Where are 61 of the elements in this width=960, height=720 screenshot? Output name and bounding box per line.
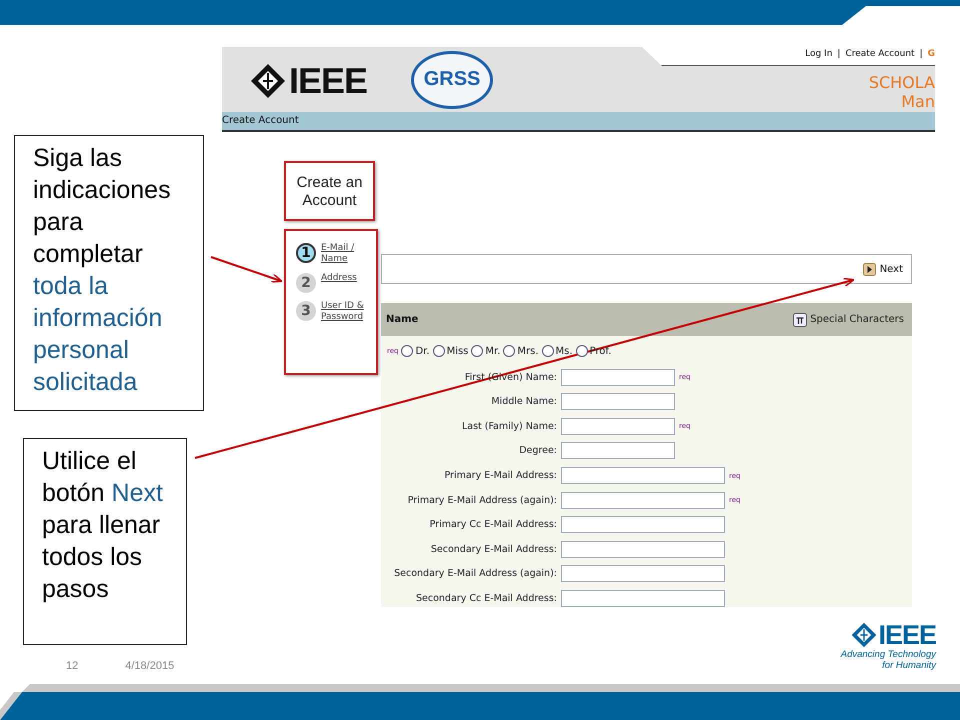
diamond-logo-icon [250, 62, 286, 99]
page-title: Create an Account [284, 161, 375, 222]
field-label: Primary E-Mail Address: [443, 470, 557, 482]
special-characters-button[interactable]: Special Characters [793, 312, 904, 327]
field-label: Middle Name: [490, 396, 557, 408]
input-field[interactable] [561, 368, 675, 386]
input-field[interactable] [561, 516, 725, 534]
field-label: Primary Cc E-Mail Address: [428, 519, 557, 530]
logo-tagline: for Humanity [882, 660, 936, 671]
radio-option[interactable]: Dr. [401, 345, 430, 358]
radio-circle[interactable] [503, 345, 516, 358]
input-field[interactable] [561, 467, 725, 484]
step-number: 2 [296, 273, 316, 294]
slide-number: 12 [66, 660, 78, 672]
radio-option[interactable]: Mr. [471, 345, 500, 358]
step-link[interactable]: User ID & Password [321, 301, 367, 324]
logo-tagline: Advancing Technology [840, 649, 936, 660]
step-number: 3 [296, 301, 316, 322]
input-field[interactable] [561, 540, 725, 558]
step-link[interactable]: Address [321, 273, 367, 284]
radio-option[interactable]: Prof. [576, 345, 612, 358]
radio-circle[interactable] [576, 345, 588, 358]
radio-circle[interactable] [432, 345, 445, 358]
field-label: Last (Family) Name: [460, 420, 557, 432]
radio-circle[interactable] [471, 345, 484, 358]
field-label: Secondary Cc E-Mail Address: [415, 593, 557, 604]
radio-option[interactable]: Ms. [542, 345, 573, 358]
separator: | [837, 49, 840, 59]
field-label: Secondary E-Mail Address (again): [393, 568, 557, 580]
field-label: Degree: [518, 445, 557, 456]
pi-icon [793, 312, 808, 327]
input-field[interactable] [561, 393, 675, 410]
panel-title: Name [386, 314, 418, 326]
header-link[interactable]: Log In [805, 49, 832, 59]
radio-circle[interactable] [542, 345, 554, 358]
header-link[interactable]: Create Account [845, 49, 915, 59]
next-button[interactable]: Next [862, 262, 903, 276]
callout-text: Siga las indicaciones para completar toda la información personal solicitada [14, 135, 204, 411]
radio-circle[interactable] [401, 345, 414, 358]
radio-option[interactable]: Miss [432, 345, 468, 358]
radio-option[interactable]: Mrs. [503, 345, 539, 358]
slide-date: 4/18/2015 [125, 660, 174, 672]
diamond-logo-icon [851, 622, 878, 648]
input-field[interactable] [561, 590, 725, 607]
site-title: Man [901, 92, 935, 111]
input-field[interactable] [561, 442, 675, 460]
input-field[interactable] [561, 565, 725, 582]
separator: | [920, 49, 923, 59]
play-icon [862, 262, 876, 276]
callout-text: Utilice el botón Next para llenar todos los pasos [23, 438, 187, 645]
step-number: 1 [296, 243, 316, 264]
logo-wordmark: IEEE [289, 60, 368, 102]
field-label: Primary E-Mail Address (again): [406, 494, 557, 506]
step-link[interactable]: E-Mail / Name [321, 243, 367, 266]
society-logo: GRSS [411, 50, 494, 109]
input-field[interactable] [561, 492, 725, 509]
site-title: SCHOLA [868, 73, 935, 92]
input-field[interactable] [561, 418, 675, 435]
field-label: Secondary E-Mail Address: [430, 544, 557, 555]
logo-wordmark: IEEE [878, 621, 936, 649]
breadcrumb-bar: Create Account [222, 112, 935, 132]
